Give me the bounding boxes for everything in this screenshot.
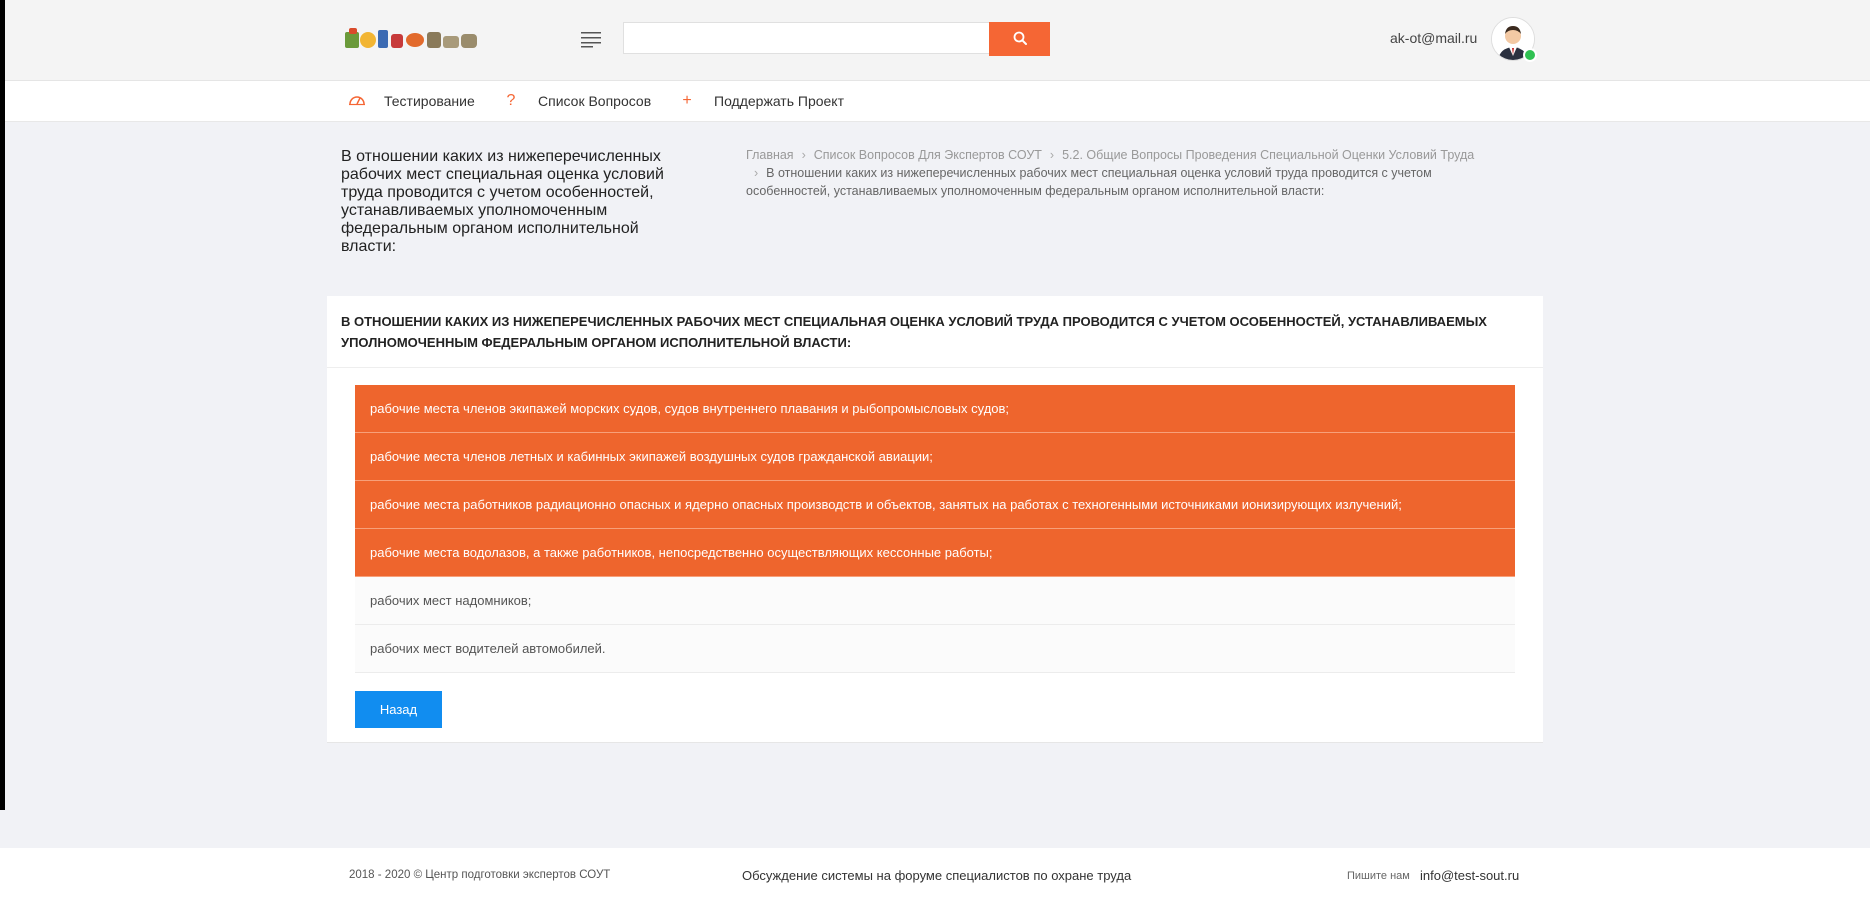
main-nav: Тестирование ? Список Вопросов + Поддерж…	[5, 81, 1870, 122]
answer-text: рабочие места водолазов, а также работни…	[370, 545, 993, 560]
nav-item-testing[interactable]: Тестирование	[348, 81, 475, 121]
answer-text: рабочие места членов экипажей морских су…	[370, 401, 1010, 416]
answer-list: рабочие места членов экипажей морских су…	[355, 385, 1515, 673]
answer-text: рабочие места работников радиационно опа…	[370, 497, 1402, 512]
answer-correct[interactable]: рабочие места водолазов, а также работни…	[355, 529, 1515, 577]
breadcrumb-separator-icon: ›	[754, 166, 759, 180]
answer-option[interactable]: рабочих мест водителей автомобилей.	[355, 625, 1515, 673]
answer-correct[interactable]: рабочие места членов летных и кабинных э…	[355, 433, 1515, 481]
nav-item-support[interactable]: + Поддержать Проект	[678, 81, 844, 121]
answer-correct[interactable]: рабочие места работников радиационно опа…	[355, 481, 1515, 529]
answer-option[interactable]: рабочих мест надомников;	[355, 577, 1515, 625]
search-input[interactable]	[623, 22, 991, 54]
breadcrumb-question-list[interactable]: Список Вопросов Для Экспертов СОУТ	[814, 148, 1042, 162]
footer-write-label: Пишите нам	[1347, 870, 1410, 882]
breadcrumb: Главная › Список Вопросов Для Экспертов СО…	[746, 146, 1518, 200]
breadcrumb-section[interactable]: 5.2. Общие Вопросы Проведения Специально…	[1062, 148, 1474, 162]
user-email[interactable]: ak-ot@mail.ru	[1390, 30, 1477, 46]
answer-text: рабочих мест надомников;	[370, 593, 532, 608]
breadcrumb-separator-icon: ›	[1049, 148, 1055, 162]
footer-email-link[interactable]: info@test-sout.ru	[1420, 868, 1519, 883]
answer-text: рабочих мест водителей автомобилей.	[370, 641, 606, 656]
footer: 2018 - 2020 © Центр подготовки экспертов…	[0, 848, 1870, 905]
answer-text: рабочие места членов летных и кабинных э…	[370, 449, 933, 464]
breadcrumb-current: В отношении каких из нижеперечисленных р…	[746, 166, 1432, 198]
search-button[interactable]	[989, 22, 1050, 56]
nav-item-questions-label: Список Вопросов	[538, 93, 652, 109]
question-heading: В ОТНОШЕНИИ КАКИХ ИЗ НИЖЕПЕРЕЧИСЛЕННЫХ Р…	[327, 296, 1543, 368]
page-title: В отношении каких из нижеперечисленных р…	[341, 148, 664, 255]
brand-logo[interactable]	[343, 22, 479, 54]
footer-copyright: 2018 - 2020 © Центр подготовки экспертов…	[349, 869, 611, 881]
search-icon	[1013, 31, 1027, 48]
gauge-icon	[348, 92, 366, 110]
menu-icon[interactable]	[581, 30, 603, 48]
nav-item-support-label: Поддержать Проект	[714, 93, 845, 109]
answer-correct[interactable]: рабочие места членов экипажей морских су…	[355, 385, 1515, 433]
question-card: В ОТНОШЕНИИ КАКИХ ИЗ НИЖЕПЕРЕЧИСЛЕННЫХ Р…	[327, 296, 1543, 743]
breadcrumb-separator-icon: ›	[801, 148, 806, 162]
back-button[interactable]: Назад	[355, 691, 442, 728]
footer-forum-link[interactable]: Обсуждение системы на форуме специалисто…	[742, 868, 1131, 883]
top-header: ak-ot@mail.ru	[5, 0, 1870, 81]
online-status-dot	[1523, 48, 1537, 62]
question-icon: ?	[506, 92, 516, 109]
plus-icon: +	[682, 92, 692, 109]
nav-item-testing-label: Тестирование	[384, 93, 475, 109]
nav-item-questions[interactable]: ? Список Вопросов	[502, 81, 652, 121]
breadcrumb-home[interactable]: Главная	[746, 148, 794, 162]
